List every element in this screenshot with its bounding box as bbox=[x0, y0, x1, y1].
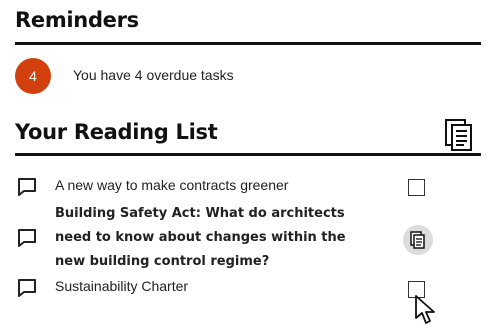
comment-icon[interactable] bbox=[16, 176, 38, 198]
reminders-divider bbox=[15, 42, 481, 45]
list-item-title[interactable]: A new way to make contracts greener bbox=[55, 173, 288, 197]
mouse-pointer-icon bbox=[415, 295, 435, 324]
documents-icon bbox=[410, 231, 425, 249]
reading-list-heading: Your Reading List bbox=[15, 120, 218, 144]
overdue-count-badge[interactable]: 4 bbox=[15, 58, 51, 94]
read-checkbox[interactable] bbox=[408, 179, 425, 196]
list-item-title[interactable]: Building Safety Act: What do architects … bbox=[55, 202, 355, 274]
overdue-tasks-message[interactable]: You have 4 overdue tasks bbox=[73, 67, 234, 83]
reminders-heading: Reminders bbox=[15, 8, 139, 32]
list-item-title[interactable]: Sustainability Charter bbox=[55, 274, 188, 298]
comment-icon[interactable] bbox=[16, 277, 38, 299]
saved-document-button[interactable] bbox=[403, 225, 433, 255]
comment-icon[interactable] bbox=[16, 227, 38, 249]
documents-icon[interactable] bbox=[444, 118, 474, 152]
reading-list-divider bbox=[15, 153, 481, 156]
